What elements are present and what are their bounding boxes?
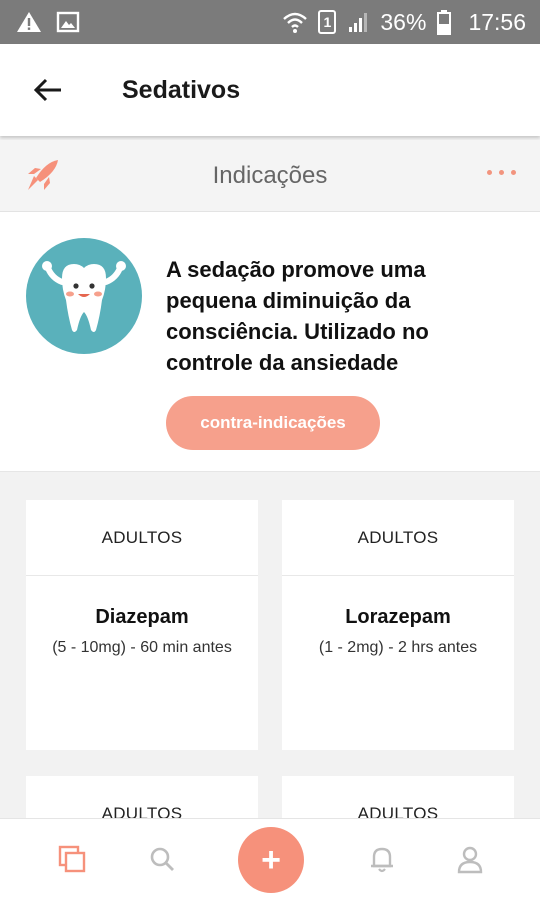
clock: 17:56 xyxy=(468,8,526,35)
back-button[interactable] xyxy=(0,44,96,136)
contra-indications-button[interactable]: contra-indicações xyxy=(166,396,380,450)
nav-profile[interactable] xyxy=(452,841,488,877)
user-icon xyxy=(457,846,483,874)
nav-search[interactable] xyxy=(144,841,180,877)
card-header: ADULTOS xyxy=(282,500,514,576)
drug-name: Lorazepam xyxy=(345,606,451,628)
search-icon xyxy=(150,847,174,871)
nav-notifications[interactable] xyxy=(364,841,400,877)
copy-icon xyxy=(58,845,86,873)
arrow-left-icon xyxy=(33,78,61,102)
bottom-nav: + xyxy=(0,818,540,900)
signal-icon xyxy=(349,13,368,32)
nav-copy[interactable] xyxy=(54,841,90,877)
intro-text: A sedação promove uma pequena diminuição… xyxy=(166,257,429,375)
dosage-card[interactable]: ADULTOS Lorazepam (1 - 2mg) - 2 hrs ante… xyxy=(282,500,514,750)
status-bar: 1 36% 17:56 xyxy=(0,0,540,44)
more-horizontal-icon[interactable] xyxy=(487,170,516,175)
page-title: Sedativos xyxy=(122,75,241,104)
drug-dose: (1 - 2mg) - 2 hrs antes xyxy=(318,639,478,656)
battery-icon xyxy=(437,10,452,35)
card-body: Lorazepam (1 - 2mg) - 2 hrs antes xyxy=(282,576,514,659)
drug-dose: (5 - 10mg) - 60 min antes xyxy=(52,639,232,656)
battery-percent: 36% xyxy=(380,8,427,35)
image-icon xyxy=(56,11,80,33)
card-body: Diazepam (5 - 10mg) - 60 min antes xyxy=(26,576,258,659)
rocket-icon[interactable] xyxy=(24,158,60,194)
section-bar: Indicações xyxy=(0,140,540,212)
add-button[interactable]: + xyxy=(238,827,304,893)
section-title: Indicações xyxy=(212,161,328,189)
status-left xyxy=(16,10,80,34)
app-bar: Sedativos xyxy=(0,44,540,136)
intro-card: A sedação promove uma pequena diminuição… xyxy=(0,212,540,472)
drug-name: Diazepam xyxy=(95,606,189,628)
wifi-icon xyxy=(283,12,308,33)
warning-icon xyxy=(17,12,41,32)
tooth-mascot-icon xyxy=(26,238,142,354)
status-right: 1 36% 17:56 xyxy=(282,9,526,36)
dosage-card[interactable]: ADULTOS Diazepam (5 - 10mg) - 60 min ant… xyxy=(26,500,258,750)
bell-icon xyxy=(371,847,393,873)
sim-icon: 1 xyxy=(318,10,337,34)
card-header: ADULTOS xyxy=(26,500,258,576)
